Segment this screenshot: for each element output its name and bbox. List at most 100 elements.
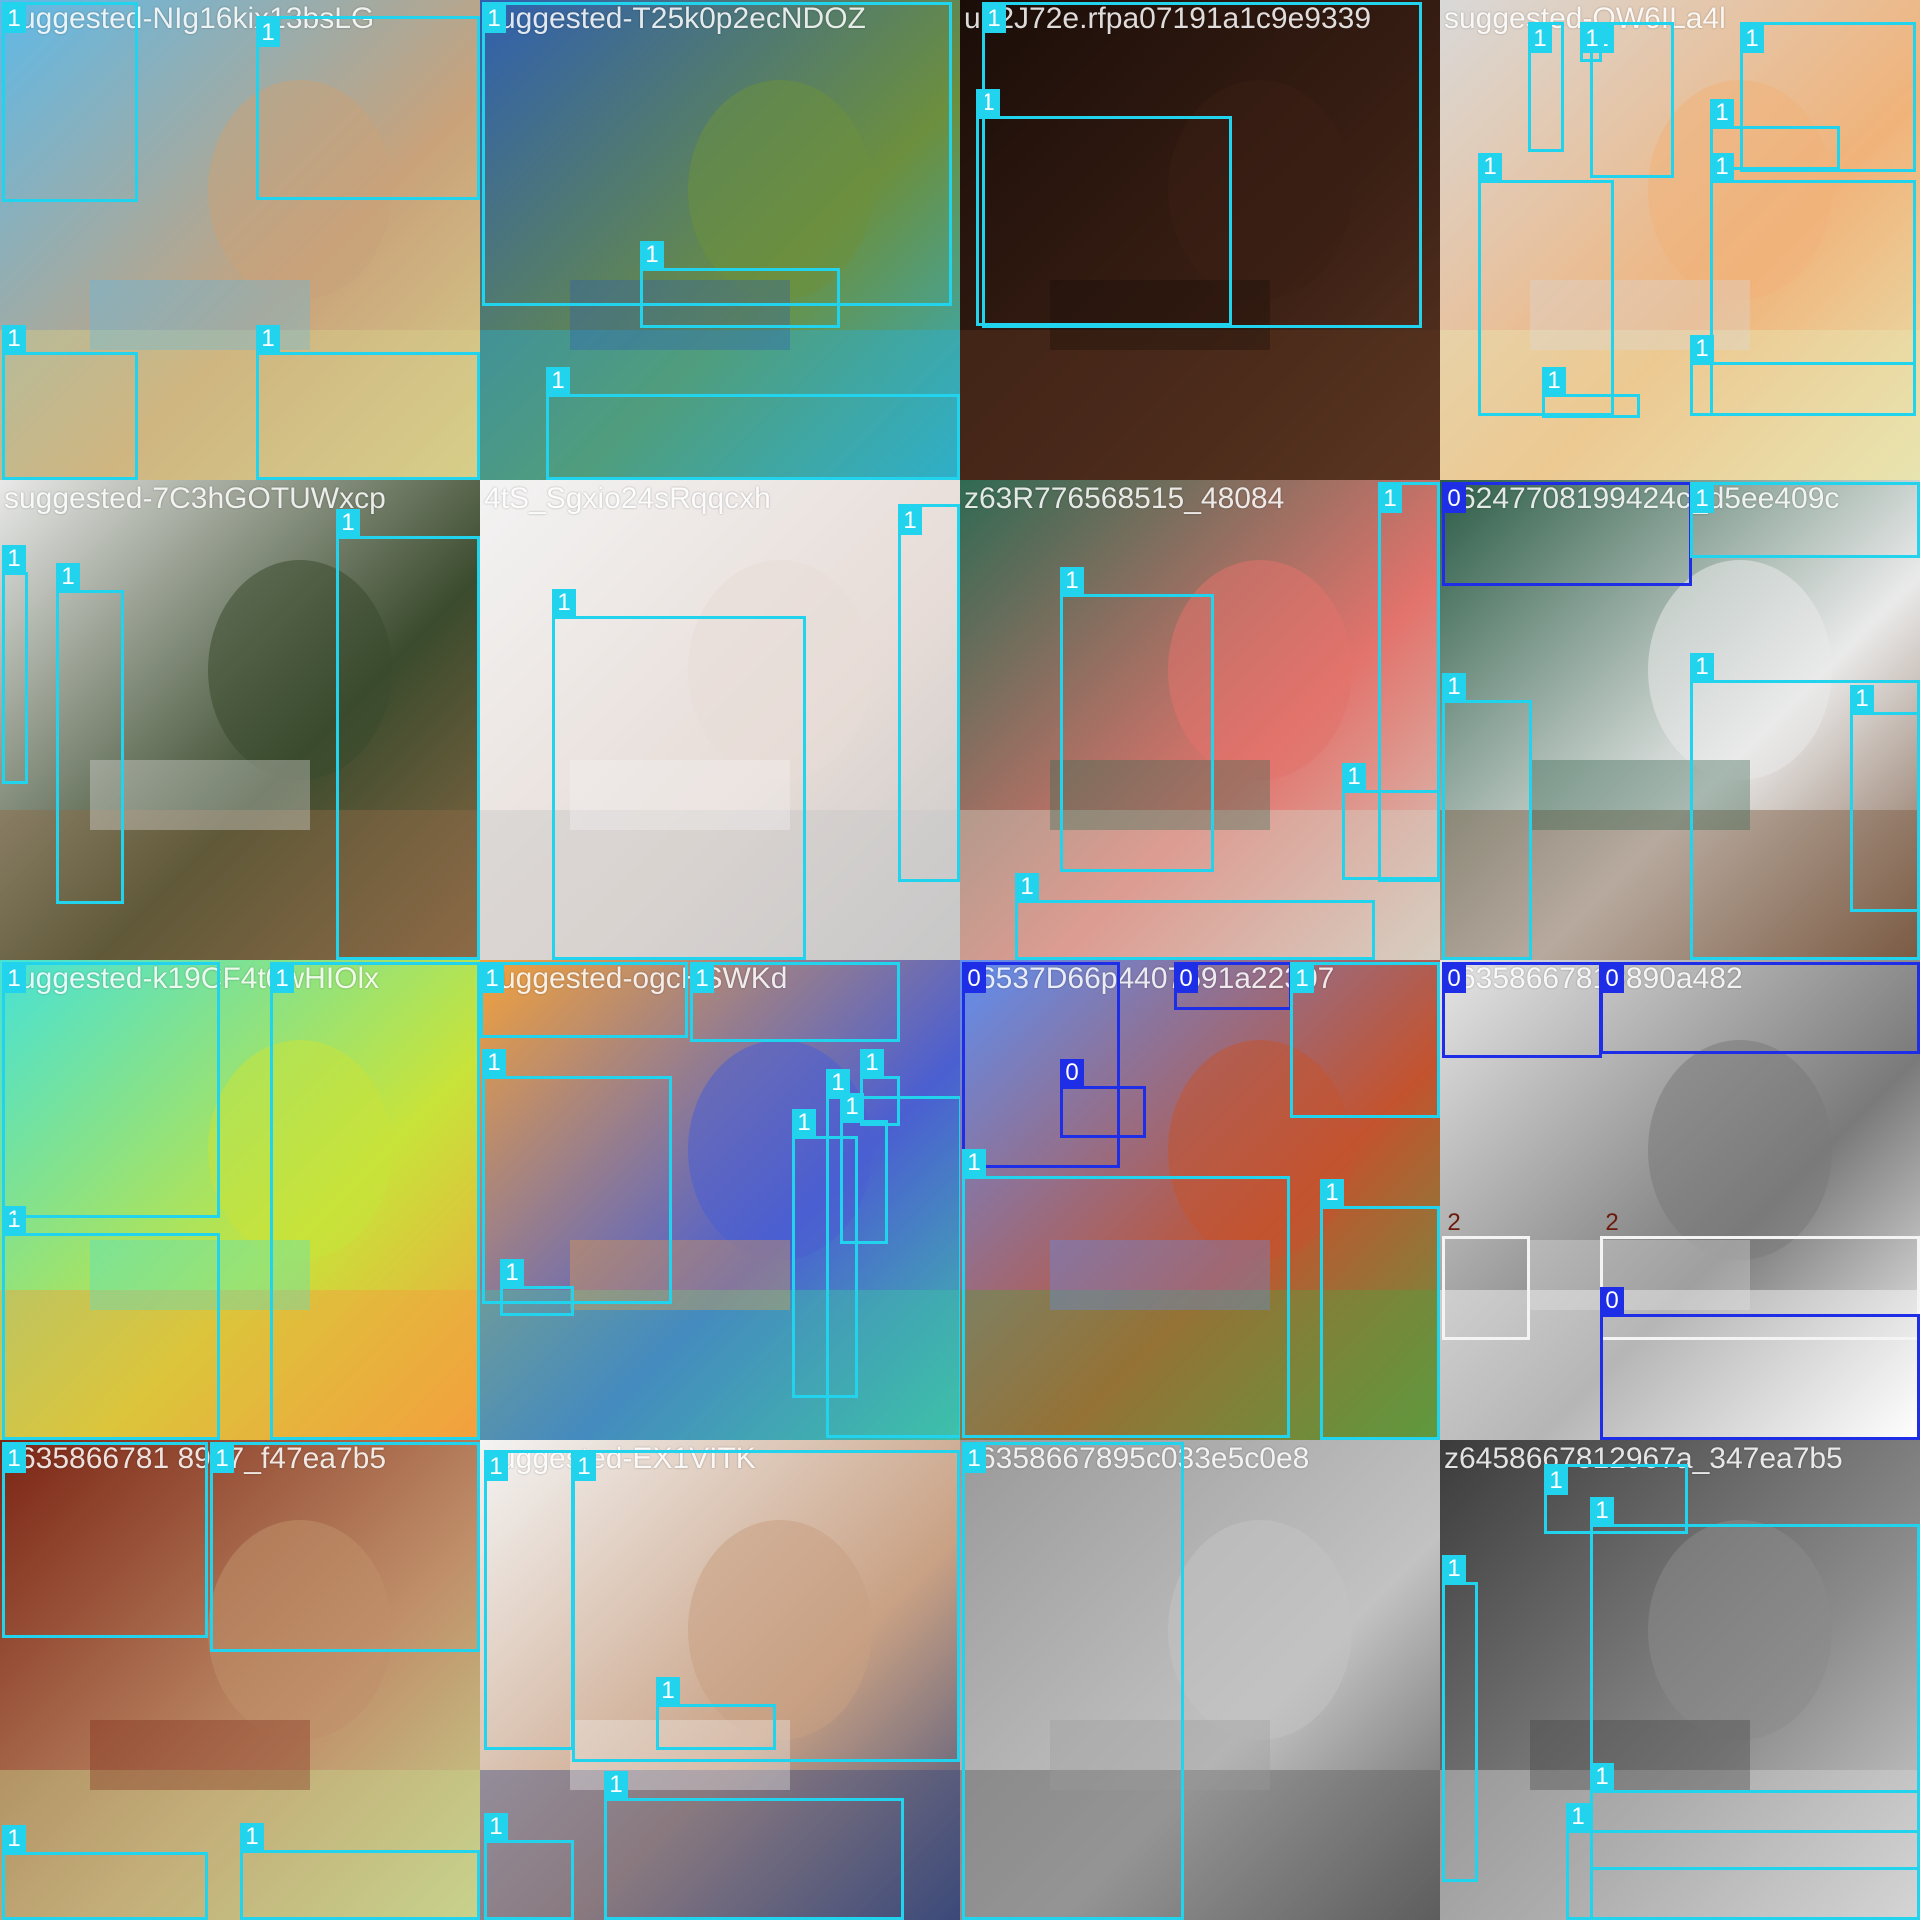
bbox-class-label: 1 <box>1690 653 1714 681</box>
bbox-class-label: 1 <box>792 1109 816 1137</box>
bbox-class-label: 1 <box>640 241 664 269</box>
bbox-class-label: 1 <box>484 1813 508 1841</box>
bbox-class-1: 1 <box>480 962 688 1038</box>
bbox-class-label: 1 <box>1740 25 1764 53</box>
bbox-class-label: 1 <box>1590 1497 1614 1525</box>
bbox-class-label: 1 <box>690 965 714 993</box>
bbox-class-label: 1 <box>1290 965 1314 993</box>
bbox-class-0: 0 <box>1442 962 1602 1058</box>
bbox-class-1: 1 <box>1442 673 1532 960</box>
bbox-class-label: 1 <box>2 1825 26 1853</box>
mosaic-tile: z635866781 8967_f47ea7b5 1 1 1 1 <box>0 1440 480 1920</box>
mosaic-tile: suggested-ogcHSWKd 1 1 1 1 1 1 1 1 <box>480 960 960 1440</box>
bbox-class-1: 1 <box>56 563 124 904</box>
bbox-class-1: 1 <box>1850 685 1920 912</box>
tile-filename: 4tS_Sgxio24sRqqcxh <box>484 482 771 515</box>
bbox-class-1: 1 <box>210 1442 480 1652</box>
bbox-class-1: 1 <box>604 1771 904 1920</box>
bbox-class-label: 0 <box>1060 1059 1084 1087</box>
mosaic-tile: ub2J72e.rfpa07191a1c9e9339 1 1 <box>960 0 1440 480</box>
bbox-class-label: 1 <box>256 19 280 47</box>
bbox-class-0: 0 <box>1060 1059 1146 1138</box>
bbox-class-label: 1 <box>546 367 570 395</box>
bbox-class-label: 1 <box>270 965 294 993</box>
bbox-class-1: 1 <box>2 325 138 480</box>
tile-filename: suggested-7C3hGOTUWxcp <box>4 482 386 515</box>
bbox-class-label: 1 <box>1580 25 1604 53</box>
bbox-class-1: 1 <box>240 1823 480 1920</box>
bbox-class-1: 1 <box>1442 1555 1478 1882</box>
bbox-class-label: 1 <box>2 5 26 33</box>
bbox-class-label: 1 <box>1544 1467 1568 1495</box>
bbox-class-0: 0 <box>1442 482 1692 586</box>
bbox-class-1: 1 <box>484 1813 574 1920</box>
bbox-class-1: 1 <box>1015 873 1375 960</box>
bbox-class-label: 1 <box>1320 1179 1344 1207</box>
bbox-class-label: 0 <box>1442 485 1466 513</box>
bbox-class-1: 1 <box>2 962 220 1218</box>
bbox-class-1: 1 <box>336 509 480 960</box>
bbox-class-label: 1 <box>1690 335 1714 363</box>
bbox-class-label: 0 <box>1600 965 1624 993</box>
bbox-class-label: 1 <box>240 1823 264 1851</box>
bbox-class-1: 1 <box>690 962 900 1042</box>
bbox-class-label: 1 <box>962 1445 986 1473</box>
bbox-class-1: 1 <box>1740 22 1916 172</box>
bbox-class-label: 1 <box>336 509 360 537</box>
bbox-class-label: 2 <box>1605 1209 1619 1236</box>
bbox-class-label: 1 <box>1566 1803 1590 1831</box>
bbox-class-2: 2 <box>1442 1209 1530 1340</box>
bbox-class-label: 1 <box>572 1453 596 1481</box>
bbox-class-label: 1 <box>1850 685 1874 713</box>
bbox-class-label: 1 <box>962 1149 986 1177</box>
bbox-class-label: 1 <box>898 507 922 535</box>
bbox-class-label: 1 <box>552 589 576 617</box>
bbox-class-label: 1 <box>1478 153 1502 181</box>
tile-filename: z63R776568515_48084 <box>964 482 1285 515</box>
mosaic-tile: 4tS_Sgxio24sRqqcxh 1 1 <box>480 480 960 960</box>
bbox-class-label: 1 <box>210 1445 234 1473</box>
bbox-class-1: 1 <box>1690 335 1916 416</box>
bbox-class-label: 1 <box>1442 673 1466 701</box>
bbox-class-label: 1 <box>2 1445 26 1473</box>
bbox-class-label: 1 <box>2 325 26 353</box>
bbox-class-1: 1 <box>656 1677 776 1750</box>
mosaic-tile: z6458667812967a_347ea7b5 1 1 1 1 1 <box>1440 1440 1920 1920</box>
bbox-class-label: 1 <box>1590 1763 1614 1791</box>
bbox-class-1: 1 <box>1580 22 1604 62</box>
bbox-class-1: 1 <box>1060 567 1214 872</box>
bbox-class-label: 1 <box>2 965 26 993</box>
bbox-class-1: 1 <box>2 1206 220 1440</box>
bbox-class-label: 1 <box>604 1771 628 1799</box>
bbox-class-label: 1 <box>656 1677 680 1705</box>
bbox-class-label: 1 <box>1015 873 1039 901</box>
bbox-class-0: 0 <box>1600 962 1920 1054</box>
bbox-class-label: 1 <box>1378 485 1402 513</box>
bbox-class-1: 1 <box>1528 22 1564 152</box>
bbox-class-1: 1 <box>860 1049 900 1126</box>
bbox-class-label: 1 <box>1342 763 1366 791</box>
bbox-class-1: 1 <box>1542 367 1640 418</box>
bbox-class-label: 1 <box>860 1049 884 1077</box>
bbox-class-1: 1 <box>982 2 1422 328</box>
bbox-class-1: 1 <box>484 1450 574 1750</box>
bbox-class-label: 0 <box>962 965 986 993</box>
bbox-class-1: 1 <box>270 962 480 1440</box>
mosaic-tile: suggested-OW6ILa4l111111111 <box>1440 0 1920 480</box>
bbox-class-label: 1 <box>482 1049 506 1077</box>
bbox-class-label: 1 <box>2 545 26 573</box>
bbox-class-label: 1 <box>982 5 1006 33</box>
bbox-class-1: 1 <box>2 1442 208 1638</box>
bbox-class-1: 1 <box>1320 1179 1440 1440</box>
bbox-class-label: 1 <box>56 563 80 591</box>
bbox-class-1: 1 <box>500 1259 574 1316</box>
bbox-class-label: 1 <box>1528 25 1552 53</box>
bbox-class-1: 1 <box>2 1825 208 1920</box>
bbox-class-1: 1 <box>840 1093 888 1244</box>
bbox-class-label: 0 <box>1442 965 1466 993</box>
bbox-class-label: 1 <box>484 1453 508 1481</box>
bbox-class-0: 0 <box>1600 1287 1920 1440</box>
bbox-class-1: 1 <box>2 545 28 784</box>
mosaic-tile: z6247708199424c_d5ee409c 0 1 1 1 1 <box>1440 480 1920 960</box>
bbox-class-label: 1 <box>1060 567 1084 595</box>
